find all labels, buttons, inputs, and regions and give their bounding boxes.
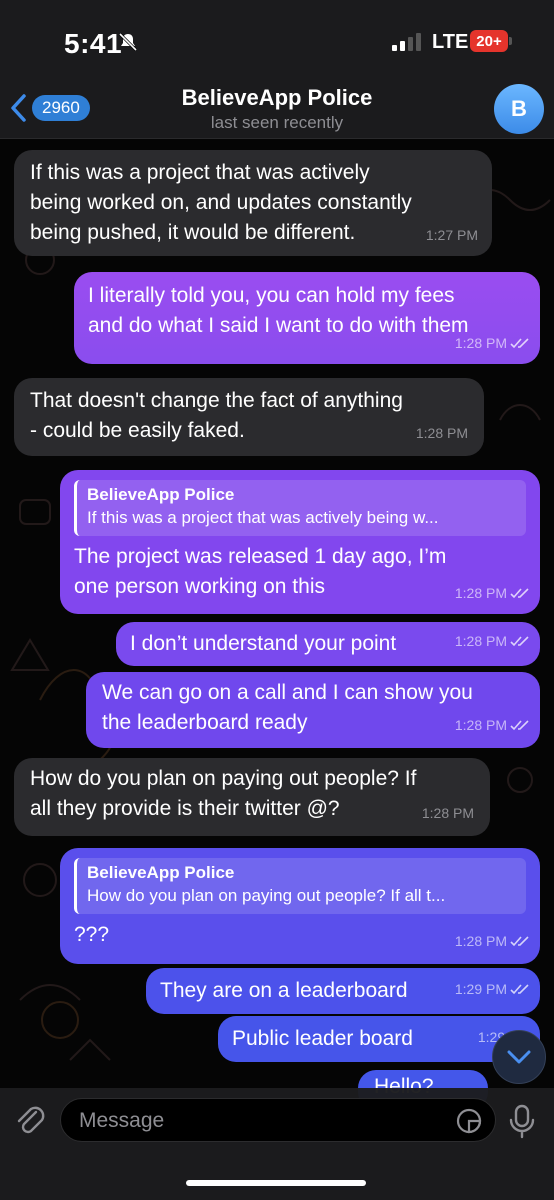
- double-check-icon: [510, 983, 529, 994]
- message-time-label: 1:28 PM: [454, 717, 507, 733]
- message-time-label: 1:28 PM: [454, 933, 507, 949]
- message-time: 1:28 PM: [455, 710, 530, 740]
- status-bar: 5:41 LTE 20+: [0, 0, 554, 80]
- message-text: That doesn't change the fact of anything…: [30, 389, 403, 442]
- message-text: If this was a project that was actively …: [30, 161, 412, 244]
- avatar-initial: B: [511, 96, 527, 121]
- reply-preview[interactable]: BelieveApp Police How do you plan on pay…: [74, 858, 526, 914]
- reply-text: How do you plan on paying out people? If…: [87, 886, 446, 905]
- message-bubble-outgoing[interactable]: I literally told you, you can hold my fe…: [74, 272, 540, 364]
- message-text: How do you plan on paying out people? If…: [30, 767, 417, 820]
- chat-header: 5:41 LTE 20+ 2960 BelieveApp Police last…: [0, 0, 554, 139]
- message-bubble-outgoing[interactable]: I don’t understand your point 1:28 PM: [116, 622, 540, 666]
- message-time-label: 1:28 PM: [454, 335, 507, 351]
- battery-tip: [509, 37, 512, 45]
- chat-title[interactable]: BelieveApp Police: [0, 85, 554, 111]
- reply-preview[interactable]: BelieveApp Police If this was a project …: [74, 480, 526, 536]
- message-time-label: 1:28 PM: [454, 585, 507, 601]
- message-time-label: 1:29 PM: [454, 981, 507, 997]
- reply-author: BelieveApp Police: [87, 863, 235, 882]
- message-time-label: 1:28 PM: [421, 805, 474, 821]
- battery-label: 20+: [476, 32, 502, 50]
- message-time-label: 1:28 PM: [415, 425, 468, 441]
- message-time: 1:28 PM: [422, 798, 474, 828]
- avatar[interactable]: B: [494, 84, 544, 134]
- message-time-label: 1:27 PM: [425, 227, 478, 243]
- double-check-icon: [510, 719, 529, 730]
- clock: 5:41: [64, 28, 123, 59]
- message-time-label: 1:28 PM: [454, 633, 507, 649]
- chevron-down-icon: [507, 1050, 531, 1064]
- battery-icon: 20+: [470, 30, 508, 52]
- chat-subtitle: last seen recently: [210, 113, 344, 132]
- message-time: 1:27 PM: [426, 220, 478, 250]
- message-bubble-incoming[interactable]: How do you plan on paying out people? If…: [14, 758, 490, 836]
- message-bubble-incoming[interactable]: If this was a project that was actively …: [14, 150, 492, 256]
- message-bubble-outgoing[interactable]: We can go on a call and I can show you t…: [86, 672, 540, 748]
- attach-icon[interactable]: [14, 1102, 46, 1138]
- message-input[interactable]: [77, 1099, 441, 1143]
- double-check-icon: [510, 935, 529, 946]
- message-time: 1:28 PM: [455, 626, 530, 656]
- message-time: 1:28 PM: [455, 578, 530, 608]
- sticker-icon[interactable]: [455, 1107, 483, 1135]
- message-bubble-outgoing[interactable]: BelieveApp Police If this was a project …: [60, 470, 540, 614]
- signal-icon: [392, 33, 421, 51]
- message-time: 1:28 PM: [455, 926, 530, 956]
- message-bubble-outgoing[interactable]: They are on a leaderboard 1:29 PM: [146, 968, 540, 1014]
- mic-icon[interactable]: [508, 1104, 536, 1140]
- network-label: LTE: [432, 31, 469, 53]
- double-check-icon: [510, 635, 529, 646]
- message-time: 1:28 PM: [416, 418, 468, 448]
- double-check-icon: [510, 337, 529, 348]
- reply-text: If this was a project that was actively …: [87, 508, 439, 527]
- scroll-to-bottom-button[interactable]: [492, 1030, 546, 1084]
- message-bubble-incoming[interactable]: That doesn't change the fact of anything…: [14, 378, 484, 456]
- double-check-icon: [510, 587, 529, 598]
- reply-author: BelieveApp Police: [87, 485, 235, 504]
- message-time: 1:29 PM: [455, 974, 530, 1004]
- message-time: 1:28 PM: [455, 328, 530, 358]
- message-bubble-outgoing[interactable]: BelieveApp Police How do you plan on pay…: [60, 848, 540, 964]
- mute-icon: [118, 32, 138, 52]
- home-indicator: [186, 1180, 366, 1186]
- message-field[interactable]: [60, 1098, 496, 1143]
